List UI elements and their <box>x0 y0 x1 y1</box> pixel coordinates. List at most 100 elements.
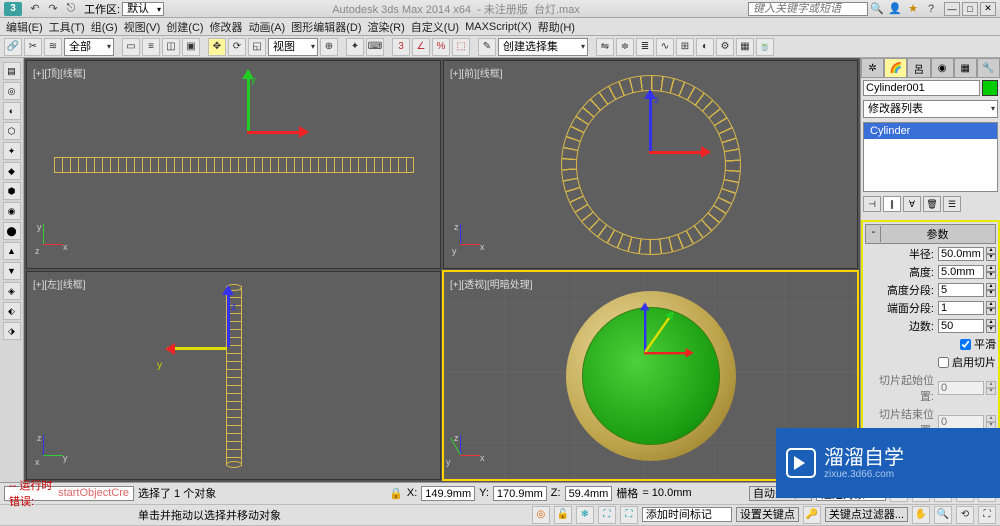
y-field[interactable]: 170.9mm <box>493 486 547 501</box>
lt-icon[interactable]: ◐ <box>3 102 21 120</box>
select-link-icon[interactable]: 🔗 <box>4 38 22 56</box>
close-button[interactable]: ✕ <box>980 2 996 16</box>
move-icon[interactable]: ✥ <box>208 38 226 56</box>
tab-hierarchy[interactable]: 呂 <box>907 58 930 78</box>
material-editor-icon[interactable]: ◐ <box>696 38 714 56</box>
modifier-list-dropdown[interactable]: 修改器列表 <box>863 100 998 118</box>
viewport-label[interactable]: [+][前][线框] <box>450 65 503 80</box>
keyboard-shortcut-icon[interactable]: ⌨ <box>366 38 384 56</box>
bind-spacewarp-icon[interactable]: ≋ <box>44 38 62 56</box>
configure-sets-icon[interactable]: ☰ <box>943 196 961 212</box>
menu-create[interactable]: 创建(C) <box>166 19 203 35</box>
pin-stack-icon[interactable]: ⊣ <box>863 196 881 212</box>
redo-icon[interactable]: ↷ <box>45 2 61 16</box>
window-crossing-icon[interactable]: ▣ <box>182 38 200 56</box>
comm-icon[interactable]: ⛶ <box>598 506 616 524</box>
hsegs-spinner[interactable]: ▴▾ <box>986 283 996 297</box>
rollout-header[interactable]: -参数 <box>865 224 996 244</box>
viewnav-pan-icon[interactable]: ✋ <box>912 506 930 524</box>
lt-icon[interactable]: ⬗ <box>3 322 21 340</box>
render-icon[interactable]: 🍵 <box>756 38 774 56</box>
viewport-label[interactable]: [+][左][线框] <box>33 276 86 291</box>
show-end-result-icon[interactable]: ∥ <box>883 196 901 212</box>
menu-edit[interactable]: 编辑(E) <box>6 19 43 35</box>
height-spinner[interactable]: ▴▾ <box>986 265 996 279</box>
stack-item-cylinder[interactable]: Cylinder <box>864 123 997 139</box>
layers-icon[interactable]: ≣ <box>636 38 654 56</box>
minimize-button[interactable]: — <box>944 2 960 16</box>
spinner-snap-icon[interactable]: ⬚ <box>452 38 470 56</box>
lt-icon[interactable]: ◆ <box>3 162 21 180</box>
modifier-stack[interactable]: Cylinder <box>863 122 998 192</box>
help-icon[interactable]: ? <box>923 2 939 16</box>
tab-utilities[interactable]: 🔧 <box>977 58 1000 78</box>
select-name-icon[interactable]: ≡ <box>142 38 160 56</box>
menu-group[interactable]: 组(G) <box>91 19 118 35</box>
viewport-top[interactable]: [+][顶][线框] y zxy <box>26 60 441 269</box>
isolate-icon[interactable]: ◎ <box>532 506 550 524</box>
lt-icon[interactable]: ▲ <box>3 242 21 260</box>
menu-tools[interactable]: 工具(T) <box>49 19 85 35</box>
lt-icon[interactable]: ▼ <box>3 262 21 280</box>
menu-modifiers[interactable]: 修改器 <box>210 19 243 35</box>
lt-icon[interactable]: ⬡ <box>3 122 21 140</box>
csegs-input[interactable]: 1 <box>938 301 984 315</box>
key-icon[interactable]: 🔑 <box>803 506 821 524</box>
lt-icon[interactable]: ⬖ <box>3 302 21 320</box>
named-selection-dropdown[interactable]: 创建选择集 <box>498 38 588 56</box>
viewport-left[interactable]: [+][左][线框] z y xyz <box>26 271 441 480</box>
viewport-label[interactable]: [+][顶][线框] <box>33 65 86 80</box>
adaptive-icon[interactable]: ❄ <box>576 506 594 524</box>
lt-icon[interactable]: ⬤ <box>3 222 21 240</box>
curve-editor-icon[interactable]: ∿ <box>656 38 674 56</box>
radius-spinner[interactable]: ▴▾ <box>986 247 996 261</box>
scale-icon[interactable]: ◱ <box>248 38 266 56</box>
angle-snap-icon[interactable]: ∠ <box>412 38 430 56</box>
selection-filter[interactable]: 全部 <box>64 38 114 56</box>
sides-input[interactable]: 50 <box>938 319 984 333</box>
viewnav-zoom-icon[interactable]: 🔍 <box>934 506 952 524</box>
menu-rendering[interactable]: 渲染(R) <box>368 19 405 35</box>
lt-icon[interactable]: ◈ <box>3 282 21 300</box>
infocenter-icon[interactable]: 🔍 <box>869 2 885 16</box>
menu-animation[interactable]: 动画(A) <box>249 19 286 35</box>
tab-motion[interactable]: ◉ <box>931 58 954 78</box>
keyfilter-button[interactable]: 关键点过滤器... <box>825 507 908 522</box>
lt-icon[interactable]: ◎ <box>3 82 21 100</box>
mirror-icon[interactable]: ⇋ <box>596 38 614 56</box>
remove-modifier-icon[interactable]: 🗑 <box>923 196 941 212</box>
menu-grapheditors[interactable]: 图形编辑器(D) <box>291 19 361 35</box>
viewnav-max-icon[interactable]: ⛶ <box>978 506 996 524</box>
percent-snap-icon[interactable]: % <box>432 38 450 56</box>
ref-coord-dropdown[interactable]: 视图 <box>268 38 318 56</box>
maximize-button[interactable]: □ <box>962 2 978 16</box>
lt-icon[interactable]: ⬢ <box>3 182 21 200</box>
select-manipulate-icon[interactable]: ✦ <box>346 38 364 56</box>
signin-icon[interactable]: 👤 <box>887 2 903 16</box>
workspace-dropdown[interactable]: 默认 <box>122 2 164 16</box>
render-frame-icon[interactable]: ▦ <box>736 38 754 56</box>
sel-lock-icon[interactable]: 🔓 <box>554 506 572 524</box>
select-icon[interactable]: ▭ <box>122 38 140 56</box>
object-name-field[interactable]: Cylinder001 <box>863 80 980 96</box>
sides-spinner[interactable]: ▴▾ <box>986 319 996 333</box>
rotate-icon[interactable]: ⟳ <box>228 38 246 56</box>
tab-modify[interactable]: 🌈 <box>884 58 907 78</box>
csegs-spinner[interactable]: ▴▾ <box>986 301 996 315</box>
viewport-front[interactable]: [+][前][线框] z yxz <box>443 60 858 269</box>
viewport-label[interactable]: [+][透视][明暗处理] <box>450 276 533 291</box>
object-color-swatch[interactable] <box>982 80 998 96</box>
select-region-icon[interactable]: ◫ <box>162 38 180 56</box>
search-input[interactable] <box>748 2 868 16</box>
comm2-icon[interactable]: ⛶ <box>620 506 638 524</box>
align-icon[interactable]: ≑ <box>616 38 634 56</box>
menu-views[interactable]: 视图(V) <box>124 19 161 35</box>
pivot-icon[interactable]: ⊕ <box>320 38 338 56</box>
height-input[interactable]: 5.0mm <box>938 265 984 279</box>
editnamed-icon[interactable]: ✎ <box>478 38 496 56</box>
snap-toggle-icon[interactable]: 3 <box>392 38 410 56</box>
tab-display[interactable]: ▦ <box>954 58 977 78</box>
lt-icon[interactable]: ◉ <box>3 202 21 220</box>
radius-input[interactable]: 50.0mm <box>938 247 984 261</box>
hsegs-input[interactable]: 5 <box>938 283 984 297</box>
